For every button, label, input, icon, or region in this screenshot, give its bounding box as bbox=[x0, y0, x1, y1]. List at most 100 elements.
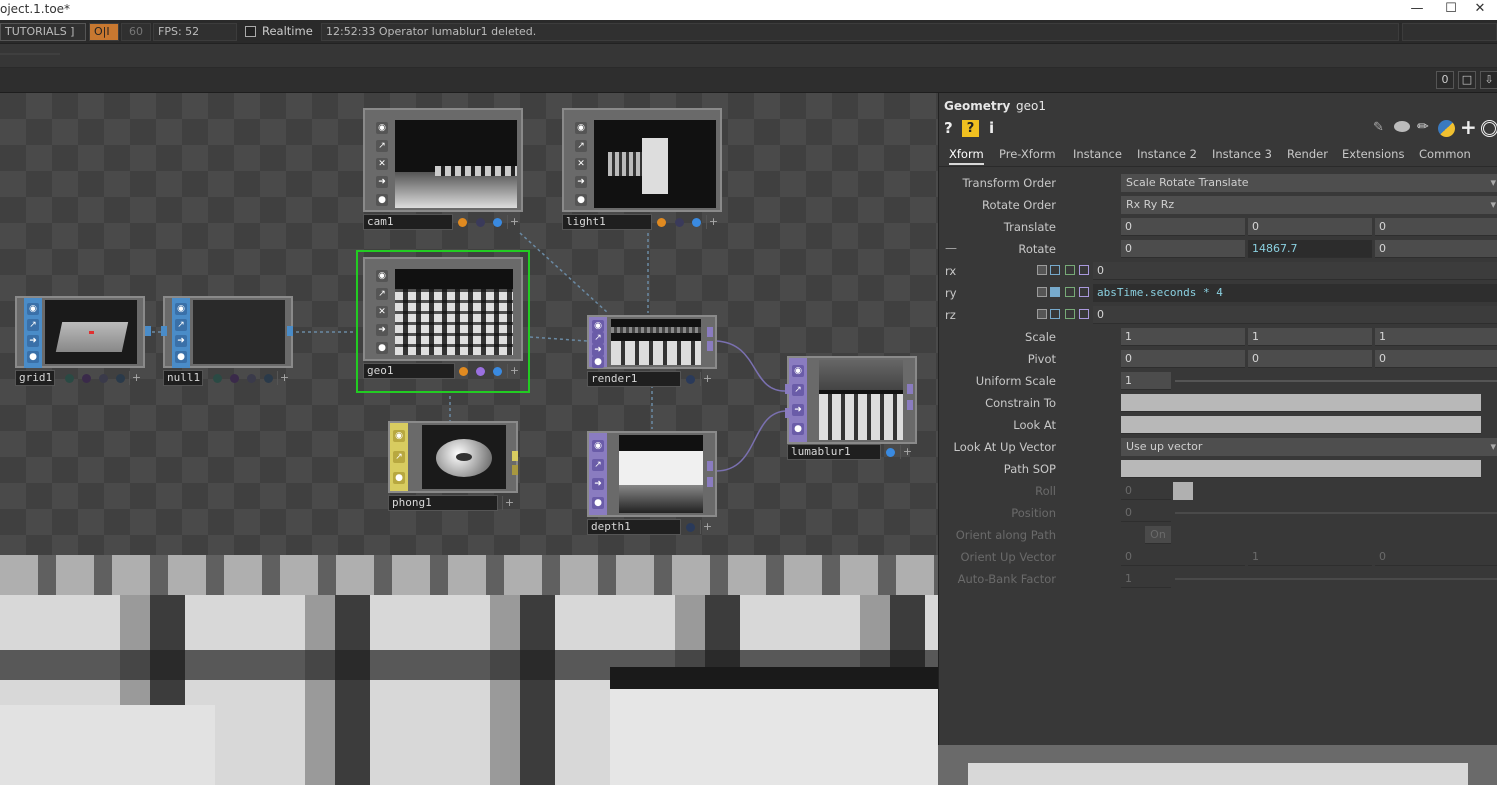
pane-zero-button[interactable]: 0 bbox=[1436, 71, 1454, 89]
param-scale: Scale 1 1 1 bbox=[939, 327, 1497, 347]
op-name[interactable]: geo1 bbox=[1016, 99, 1046, 113]
minimize-icon[interactable]: — bbox=[1400, 0, 1434, 20]
param-look-at: Look At bbox=[939, 415, 1497, 435]
tab-instance-3[interactable]: Instance 3 bbox=[1212, 147, 1272, 161]
geo1-plus-icon[interactable]: + bbox=[507, 364, 521, 378]
lumablur1-viewer bbox=[819, 360, 903, 440]
pane-layout-icon[interactable]: □ bbox=[1458, 71, 1476, 89]
tab-xform[interactable]: Xform bbox=[949, 147, 984, 165]
phong1-viewer bbox=[422, 425, 506, 489]
light1-label[interactable]: light1 bbox=[562, 214, 652, 230]
null1-label[interactable]: null1 bbox=[163, 370, 203, 386]
tab-instance-2[interactable]: Instance 2 bbox=[1137, 147, 1197, 161]
phong1-label[interactable]: phong1 bbox=[388, 495, 498, 511]
lumablur1-label[interactable]: lumablur1 bbox=[787, 444, 881, 460]
orient-up-y-field[interactable]: 1 bbox=[1248, 548, 1372, 566]
orient-up-x-field[interactable]: 0 bbox=[1121, 548, 1245, 566]
constrain-to-field[interactable] bbox=[1121, 394, 1481, 412]
lumablur1-plus-icon[interactable]: + bbox=[900, 445, 914, 459]
add-icon[interactable]: + bbox=[1460, 115, 1477, 139]
roll-field[interactable]: 0 bbox=[1121, 482, 1171, 500]
bookmark-icon[interactable]: ✏ bbox=[1417, 119, 1429, 135]
phong1-plus-icon[interactable]: + bbox=[502, 496, 516, 510]
position-slider[interactable] bbox=[1175, 512, 1497, 514]
translate-z-field[interactable]: 0 bbox=[1375, 218, 1497, 236]
pivot-y-field[interactable]: 0 bbox=[1248, 350, 1372, 368]
position-field[interactable]: 0 bbox=[1121, 504, 1171, 522]
realtime-label: Realtime bbox=[262, 24, 313, 38]
rx-field[interactable]: 0 bbox=[1093, 262, 1497, 280]
toolbar-field-right bbox=[1402, 23, 1497, 41]
status-message: 12:52:33 Operator lumablur1 deleted. bbox=[321, 23, 1399, 41]
depth1-viewer bbox=[619, 435, 703, 513]
rotate-z-field[interactable]: 0 bbox=[1375, 240, 1497, 258]
edit-icon[interactable]: ✎ bbox=[1373, 120, 1384, 135]
tab-extensions[interactable]: Extensions bbox=[1342, 147, 1404, 161]
rotate-x-field[interactable]: 0 bbox=[1121, 240, 1245, 258]
tab-common[interactable]: Common bbox=[1419, 147, 1471, 161]
fps-cap-field[interactable]: 60 bbox=[121, 23, 151, 41]
grid1-plus-icon[interactable]: + bbox=[129, 371, 143, 385]
comment-icon[interactable] bbox=[1394, 121, 1410, 132]
rz-field[interactable]: 0 bbox=[1093, 306, 1497, 324]
rotate-order-menu[interactable]: Rx Ry Rz bbox=[1121, 196, 1497, 214]
wire-depth-lumablur bbox=[715, 410, 788, 472]
network-editor[interactable]: ◉ ↗ ✕ ➜ ● cam1 + ◉ ↗ ✕ ➜ ● light1 + ◉ ↗ ✕ ➜ ● geo1 +… bbox=[0, 93, 938, 555]
grid1-label[interactable]: grid1 bbox=[15, 370, 55, 386]
look-at-up-menu[interactable]: Use up vector bbox=[1121, 438, 1497, 456]
translate-x-field[interactable]: 0 bbox=[1121, 218, 1245, 236]
wire-geo-render bbox=[529, 336, 588, 342]
scale-z-field[interactable]: 1 bbox=[1375, 328, 1497, 346]
light1-plus-icon[interactable]: + bbox=[706, 215, 720, 229]
param-orient-path: Orient along Path On bbox=[939, 525, 1497, 545]
op-help-icon[interactable]: ? bbox=[962, 120, 979, 137]
uniform-scale-slider[interactable] bbox=[1175, 380, 1497, 382]
tutorials-button[interactable]: TUTORIALS ] bbox=[0, 23, 86, 41]
param-position: Position 0 bbox=[939, 503, 1497, 523]
auto-bank-slider[interactable] bbox=[1175, 578, 1497, 580]
tab-instance[interactable]: Instance bbox=[1073, 147, 1122, 161]
info-icon[interactable]: i bbox=[989, 119, 994, 137]
path-sop-field[interactable] bbox=[1121, 460, 1481, 478]
geo1-viewer bbox=[395, 269, 513, 355]
grid1-viewer bbox=[45, 300, 137, 364]
cam1-label[interactable]: cam1 bbox=[363, 214, 453, 230]
target-icon[interactable] bbox=[1481, 120, 1497, 137]
python-icon[interactable] bbox=[1438, 120, 1455, 137]
oi-toggle[interactable]: O|I bbox=[89, 23, 119, 41]
scale-y-field[interactable]: 1 bbox=[1248, 328, 1372, 346]
orient-path-toggle[interactable]: On bbox=[1145, 526, 1171, 544]
scale-x-field[interactable]: 1 bbox=[1121, 328, 1245, 346]
uniform-scale-field[interactable]: 1 bbox=[1121, 372, 1171, 390]
close-icon[interactable]: ✕ bbox=[1463, 0, 1497, 20]
translate-y-field[interactable]: 0 bbox=[1248, 218, 1372, 236]
render1-label[interactable]: render1 bbox=[587, 371, 681, 387]
geo1-label[interactable]: geo1 bbox=[363, 363, 455, 379]
realtime-checkbox[interactable] bbox=[245, 26, 256, 37]
cam1-plus-icon[interactable]: + bbox=[507, 215, 521, 229]
cam1-flag-dot[interactable] bbox=[458, 218, 467, 227]
look-at-field[interactable] bbox=[1121, 416, 1481, 434]
tab-pre-xform[interactable]: Pre-Xform bbox=[999, 147, 1056, 161]
param-look-at-up: Look At Up Vector Use up vector bbox=[939, 437, 1497, 457]
rotate-collapse-icon[interactable]: — bbox=[945, 241, 957, 255]
pivot-x-field[interactable]: 0 bbox=[1121, 350, 1245, 368]
ry-expression-field[interactable]: absTime.seconds * 4 bbox=[1093, 284, 1497, 302]
depth1-label[interactable]: depth1 bbox=[587, 519, 681, 535]
pane-tab-bar bbox=[0, 44, 1497, 68]
null1-plus-icon[interactable]: + bbox=[277, 371, 291, 385]
transform-order-menu[interactable]: Scale Rotate Translate bbox=[1121, 174, 1497, 192]
help-icon[interactable]: ? bbox=[944, 119, 953, 137]
tab-render[interactable]: Render bbox=[1287, 147, 1328, 161]
roll-slider-handle[interactable] bbox=[1173, 482, 1193, 500]
rotate-y-field[interactable]: 14867.7 bbox=[1248, 240, 1372, 258]
render1-plus-icon[interactable]: + bbox=[700, 372, 714, 386]
depth1-plus-icon[interactable]: + bbox=[700, 520, 714, 534]
render1-viewer bbox=[611, 319, 701, 365]
pivot-z-field[interactable]: 0 bbox=[1375, 350, 1497, 368]
orient-up-z-field[interactable]: 0 bbox=[1375, 548, 1497, 566]
cam1-viewer bbox=[395, 120, 517, 208]
wire-cam-render bbox=[519, 232, 609, 314]
auto-bank-field[interactable]: 1 bbox=[1121, 570, 1171, 588]
pane-split-icon[interactable]: ⇩ bbox=[1480, 71, 1497, 89]
